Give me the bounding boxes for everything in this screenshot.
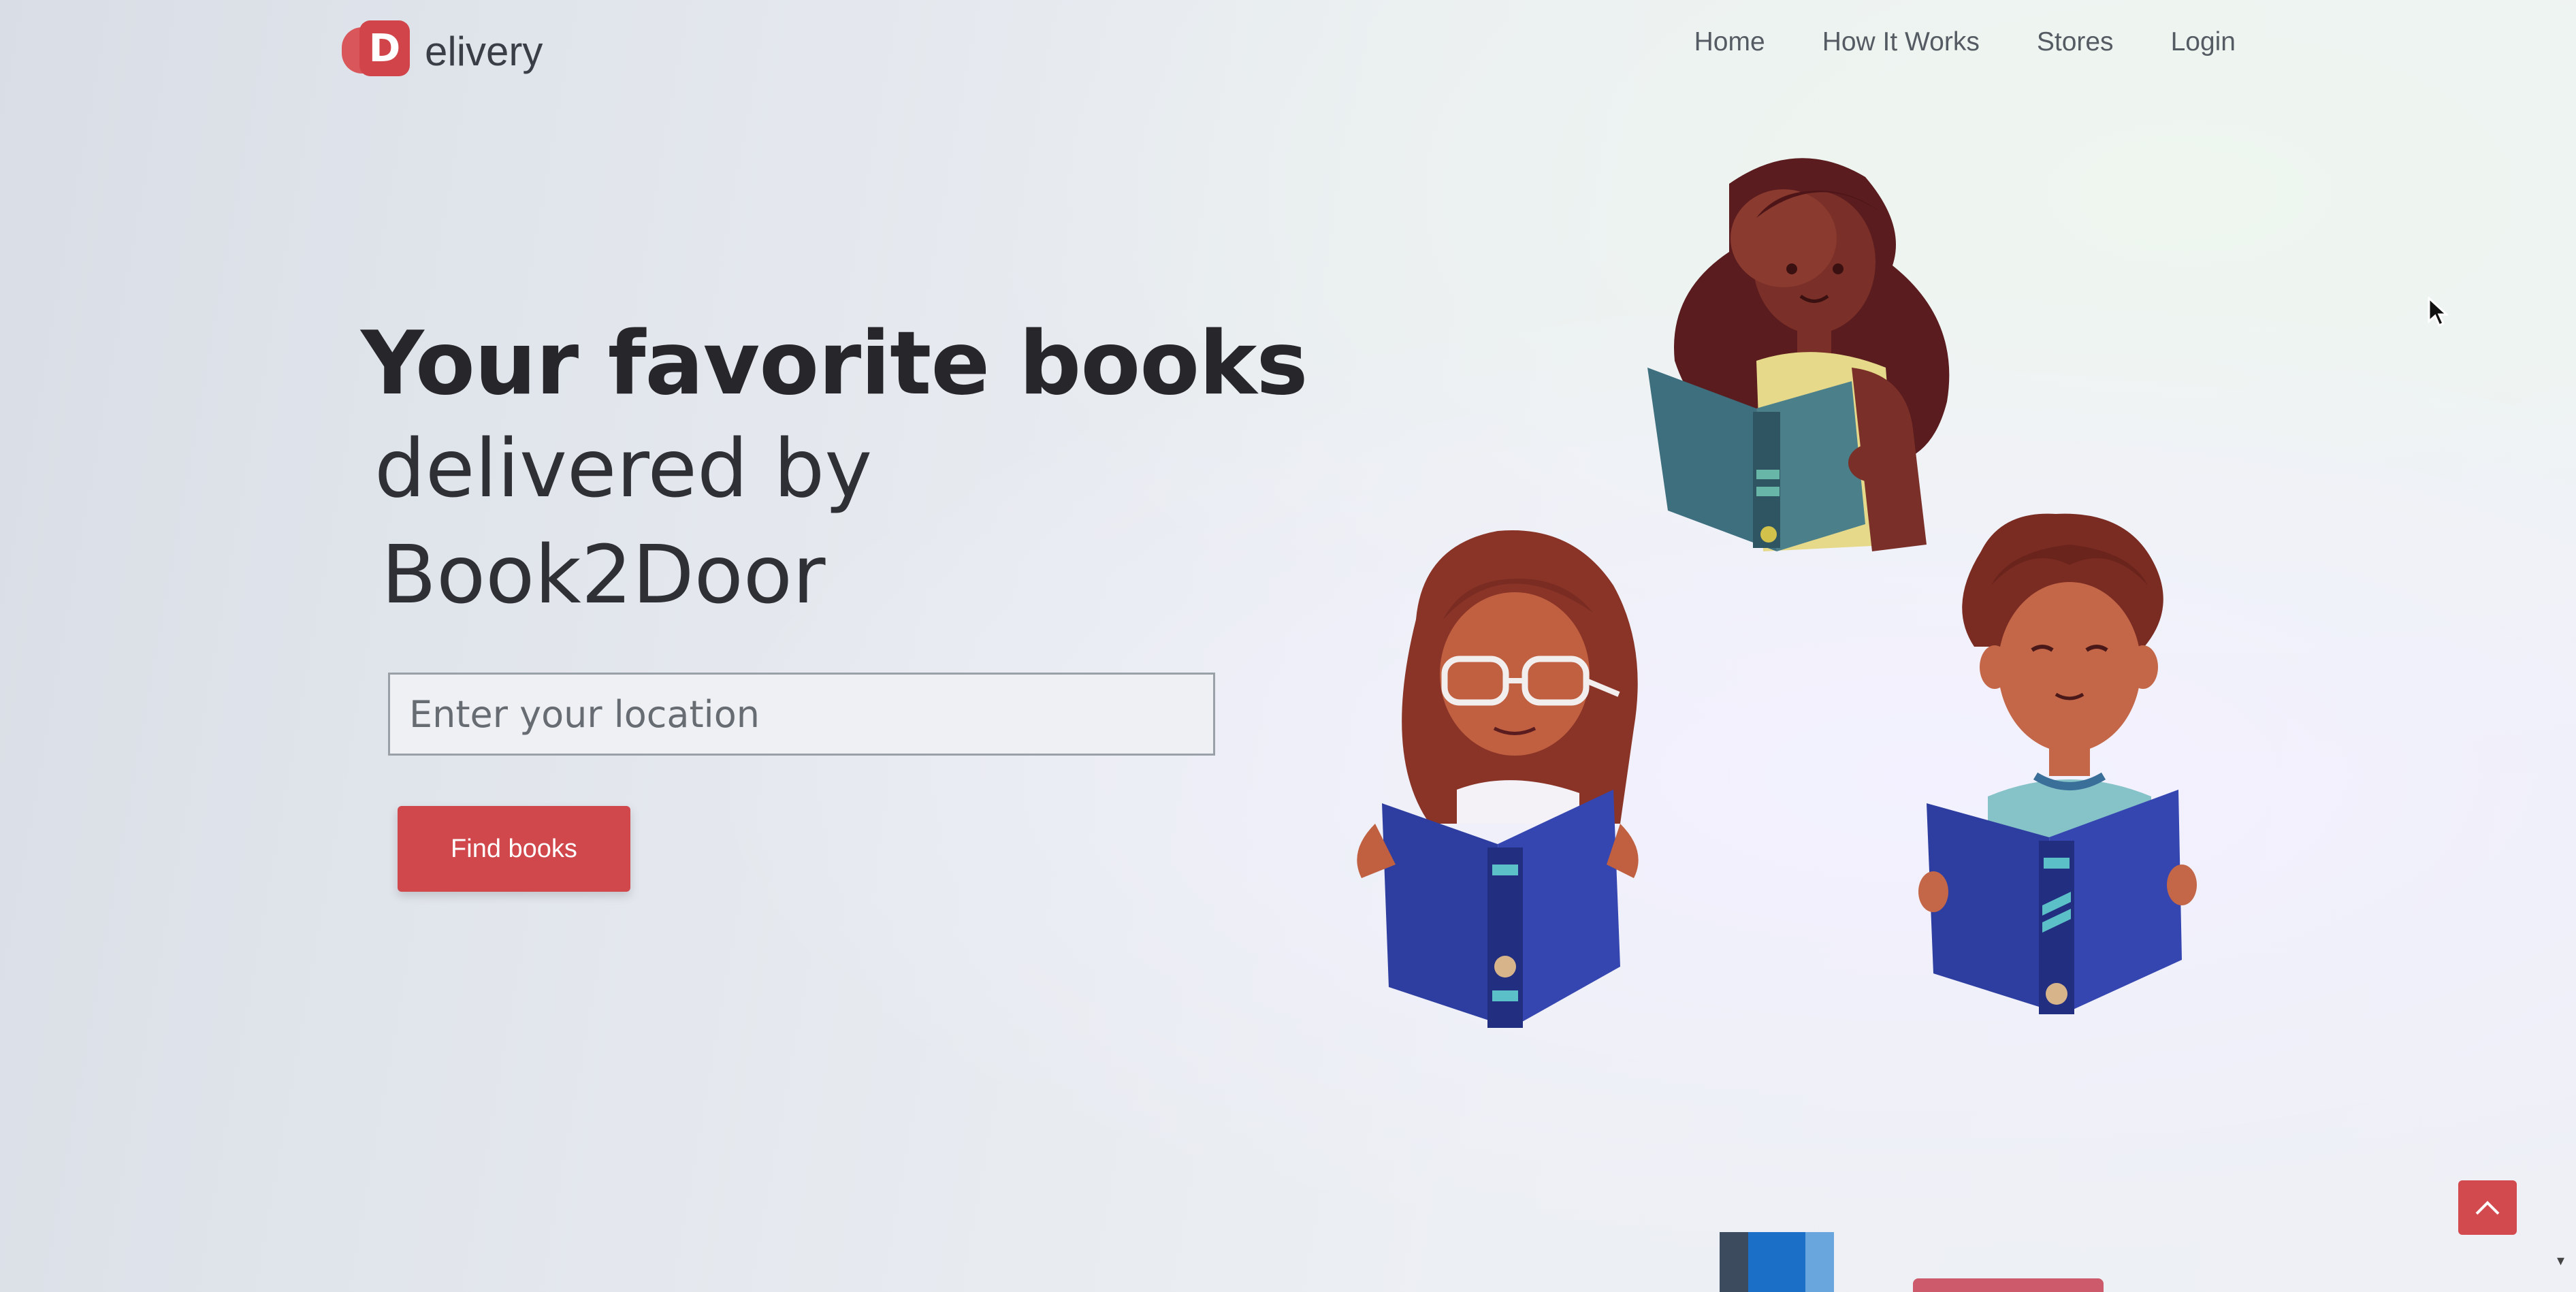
scroll-to-top-button[interactable] xyxy=(2458,1180,2517,1235)
find-books-button[interactable]: Find books xyxy=(398,806,630,892)
chevron-up-icon xyxy=(2475,1201,2500,1215)
nav-link-login[interactable]: Login xyxy=(2171,27,2236,57)
girl-reading-top xyxy=(1647,158,1950,551)
brand-logo[interactable]: D elivery xyxy=(342,20,543,78)
logo-badge-icon: D xyxy=(342,20,410,78)
nav-link-how-it-works[interactable]: How It Works xyxy=(1822,27,1980,57)
partial-red-element xyxy=(1913,1278,2104,1292)
kids-reading-illustration xyxy=(1357,158,2197,1028)
location-input[interactable] xyxy=(388,673,1215,756)
nav-link-home[interactable]: Home xyxy=(1694,27,1765,57)
hero-title-line2: delivered by xyxy=(374,421,873,515)
logo-text: elivery xyxy=(425,28,543,74)
nav-link-stores[interactable]: Stores xyxy=(2037,27,2114,57)
hero-title-line3: Book2Door xyxy=(381,528,826,621)
logo-letter: D xyxy=(359,20,410,76)
partial-image-thumbnail xyxy=(1720,1232,1834,1292)
main-nav: Home How It Works Stores Login xyxy=(1694,27,2236,57)
mouse-pointer-icon xyxy=(2428,297,2448,327)
boy-reading-right xyxy=(1918,513,2197,1014)
girl-reading-left xyxy=(1357,530,1639,1028)
scroll-down-arrow-icon[interactable]: ▾ xyxy=(2557,1253,2564,1270)
hero-title-line1: Your favorite books xyxy=(361,313,1308,415)
hero-heading: Your favorite books delivered by Book2Do… xyxy=(361,313,1308,628)
